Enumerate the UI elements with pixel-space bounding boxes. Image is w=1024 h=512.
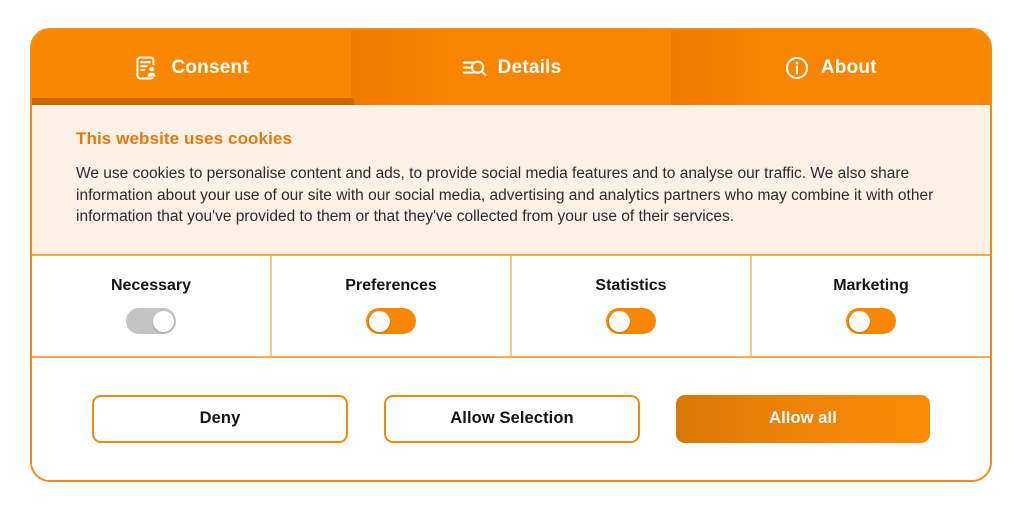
tab-consent[interactable]: Consent <box>32 30 352 105</box>
intro-section: This website uses cookies We use cookies… <box>32 105 990 256</box>
category-necessary[interactable]: Necessary <box>32 255 272 356</box>
cookie-consent-banner: Consent Details About This website uses … <box>30 28 992 482</box>
category-statistics[interactable]: Statistics <box>512 255 752 356</box>
category-marketing[interactable]: Marketing <box>752 256 990 356</box>
tab-about[interactable]: About <box>670 30 990 105</box>
toggle-preferences[interactable] <box>366 308 416 334</box>
allow-all-button[interactable]: Allow all <box>676 394 930 443</box>
details-list-search-icon <box>461 55 487 81</box>
action-button-row: Deny Allow Selection Allow all <box>32 357 990 480</box>
intro-body-text: We use cookies to personalise content an… <box>76 165 934 225</box>
about-info-circle-icon <box>784 55 810 81</box>
category-necessary-label: Necessary <box>110 277 192 294</box>
toggle-marketing[interactable] <box>846 308 896 334</box>
toggle-knob <box>848 310 870 332</box>
toggle-necessary[interactable] <box>126 308 176 334</box>
tab-details-label: Details <box>497 56 562 78</box>
toggle-knob <box>608 310 630 332</box>
category-preferences-label: Preferences <box>345 277 437 294</box>
category-preferences[interactable]: Preferences <box>272 255 512 356</box>
consent-document-person-icon <box>134 55 160 81</box>
tab-consent-label: Consent <box>171 56 249 78</box>
category-toggle-row: Necessary Preferences Statistics Marketi… <box>32 255 990 358</box>
active-tab-indicator <box>32 98 354 105</box>
deny-button[interactable]: Deny <box>92 394 348 443</box>
allow-selection-button[interactable]: Allow Selection <box>384 394 640 443</box>
toggle-knob <box>368 310 390 332</box>
page-title: This website uses cookies <box>76 129 293 148</box>
toggle-statistics[interactable] <box>606 308 656 334</box>
tab-bar: Consent Details About <box>32 30 990 105</box>
category-statistics-label: Statistics <box>595 277 667 294</box>
tab-about-label: About <box>820 56 877 78</box>
category-marketing-label: Marketing <box>833 277 909 294</box>
toggle-knob <box>152 310 174 332</box>
tab-details[interactable]: Details <box>351 30 671 105</box>
